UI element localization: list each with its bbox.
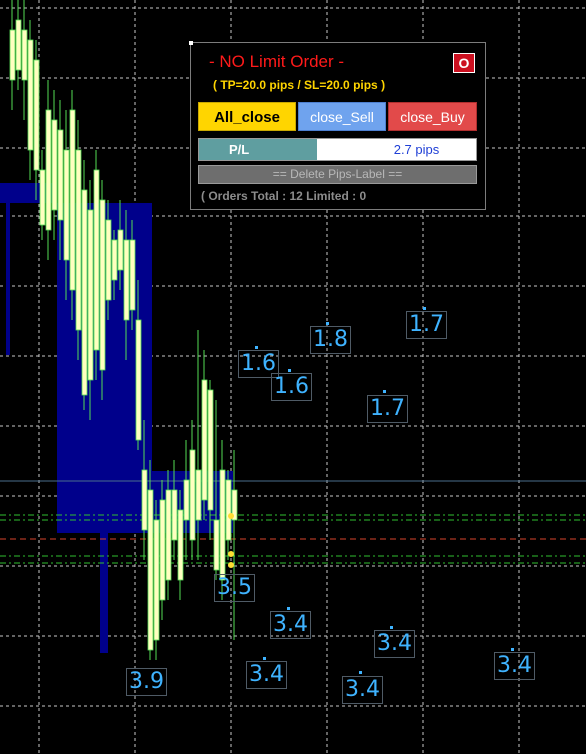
candle-body xyxy=(159,499,166,601)
candle-body xyxy=(93,169,100,351)
pip-label: 3.9 xyxy=(126,668,167,696)
pip-label: 3.4 xyxy=(246,661,287,689)
candle-body xyxy=(21,29,28,81)
pip-label: 3.4 xyxy=(270,611,311,639)
pip-marker xyxy=(263,657,266,660)
candle-body xyxy=(9,29,16,81)
pip-marker xyxy=(288,369,291,372)
candle-body xyxy=(207,389,214,511)
candle-body xyxy=(111,239,118,281)
panel-title: - NO Limit Order - xyxy=(209,52,345,71)
panel-close-button[interactable]: O xyxy=(453,53,475,73)
pip-marker xyxy=(511,648,514,651)
candle-body xyxy=(105,219,112,301)
candle-body xyxy=(117,229,124,271)
candle-body xyxy=(15,19,22,71)
candle-body xyxy=(153,519,160,641)
candle-body xyxy=(135,319,142,441)
candle-body xyxy=(45,109,52,231)
candle-body xyxy=(33,59,40,171)
pip-marker xyxy=(390,626,393,629)
candle-body xyxy=(201,379,208,501)
pip-label: 3.5 xyxy=(214,574,255,602)
candle-body xyxy=(39,169,46,226)
candle-body xyxy=(99,199,106,371)
pip-label: 1.8 xyxy=(310,326,351,354)
candle-body xyxy=(219,469,226,581)
candle-body xyxy=(183,479,190,521)
candle-body xyxy=(195,469,202,521)
candle-body xyxy=(63,149,70,261)
pl-value: 2.7 pips xyxy=(393,142,440,157)
candle-body xyxy=(27,39,34,151)
candle-body xyxy=(123,239,130,321)
all-close-button[interactable]: All_close xyxy=(198,102,296,131)
tp-sl-settings: ( TP=20.0 pips / SL=20.0 pips ) xyxy=(213,78,386,92)
candle-body xyxy=(141,469,148,531)
pip-marker xyxy=(287,607,290,610)
pip-marker xyxy=(423,307,426,310)
pl-label: P/L xyxy=(199,139,317,160)
candle-body xyxy=(75,149,82,331)
candle-body xyxy=(69,109,76,291)
close-buy-button[interactable]: close_Buy xyxy=(388,102,477,131)
pip-label: 1.7 xyxy=(367,395,408,423)
candle-body xyxy=(147,489,154,651)
order-marker xyxy=(228,562,234,568)
candle-body xyxy=(81,189,88,396)
candle-body xyxy=(213,519,220,571)
order-marker xyxy=(228,513,234,519)
order-zone xyxy=(100,533,108,653)
candle-body xyxy=(57,129,64,221)
pl-display: P/L 2.7 pips xyxy=(198,138,477,161)
pip-marker xyxy=(359,671,362,674)
order-panel[interactable]: - NO Limit Order - O ( TP=20.0 pips / SL… xyxy=(189,41,486,210)
candle-body xyxy=(165,489,172,581)
candle-body xyxy=(177,509,184,581)
pip-label: 3.4 xyxy=(342,676,383,704)
close-sell-button[interactable]: close_Sell xyxy=(298,102,386,131)
pip-label: 3.4 xyxy=(494,652,535,680)
order-marker xyxy=(228,551,234,557)
candle-body xyxy=(189,449,196,541)
drag-handle[interactable] xyxy=(189,41,193,45)
candle-body xyxy=(51,119,58,211)
pip-marker xyxy=(255,346,258,349)
order-zone xyxy=(6,200,10,355)
pip-label: 1.7 xyxy=(406,311,447,339)
candle-body xyxy=(225,479,232,541)
candle-body xyxy=(87,209,94,381)
pip-marker xyxy=(326,322,329,325)
candle-body xyxy=(171,489,178,541)
pip-label: 3.4 xyxy=(374,630,415,658)
candle-body xyxy=(129,239,136,311)
pip-marker xyxy=(383,390,386,393)
pip-label: 1.6 xyxy=(271,373,312,401)
orders-status: ( Orders Total : 12 Limited : 0 xyxy=(201,189,367,203)
delete-pips-label-button[interactable]: == Delete Pips-Label == xyxy=(198,165,477,184)
